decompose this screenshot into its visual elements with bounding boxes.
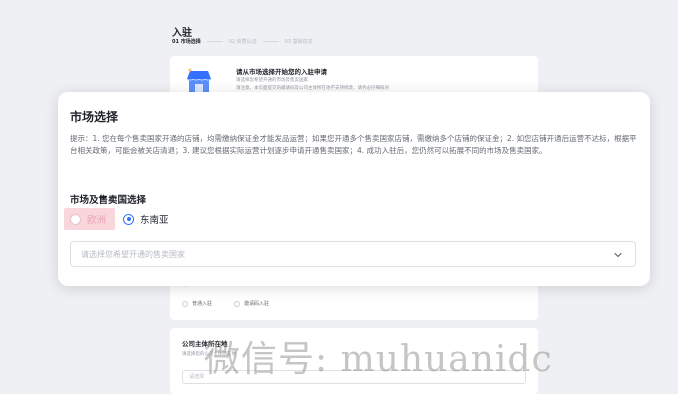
intro-title: 请从市场选择开始您的入驻申请: [236, 68, 327, 76]
step-basic-info: 03 基础信息: [284, 39, 313, 45]
radio-label: 邀请码入驻: [244, 301, 270, 307]
dialog-title: 市场选择: [70, 110, 119, 124]
radio-circle: [182, 300, 188, 307]
market-label-southeast-asia: 东南亚: [140, 215, 169, 226]
radio-label: 普通入驻: [192, 301, 213, 307]
watermark: 微信号: muhuanidc: [204, 339, 553, 380]
market-radio-europe[interactable]: 欧洲: [64, 208, 116, 230]
radio-circle-selected: [123, 213, 135, 225]
step-indicator: 01 市场选择 02 资质认证 03 基础信息: [172, 38, 313, 45]
page-title: 入驻: [172, 28, 192, 39]
radio-normal-entry[interactable]: 普通入驻: [182, 300, 212, 307]
step-qualification: 02 资质认证: [228, 39, 257, 45]
market-radio-group: 欧洲 东南亚: [64, 208, 169, 230]
market-radio-southeast-asia[interactable]: 东南亚: [123, 208, 169, 230]
market-section-label: 市场及售卖国选择: [70, 195, 147, 206]
intro-subtitle: 请选择您希望开通的市场及售卖国家: [236, 78, 308, 83]
country-select-placeholder: 请选择您希望开通的售卖国家: [81, 250, 185, 259]
step-divider: [206, 41, 223, 42]
market-label-europe: 欧洲: [87, 215, 107, 226]
country-select[interactable]: 请选择您希望开通的售卖国家: [70, 241, 636, 267]
market-selection-dialog: 市场选择 提示：1. 您在每个售卖国家开通的店铺，均需缴纳保证金才能发品运营；如…: [58, 92, 650, 286]
intro-note: 请注意，本页面提交的邀请码及公司主体所在地不支持修改，请务必仔细核对: [236, 86, 389, 91]
step-divider: [262, 41, 279, 42]
radio-invite-entry[interactable]: 邀请码入驻: [234, 300, 269, 307]
chevron-down-icon: [614, 252, 622, 258]
step-market: 01 市场选择: [172, 39, 201, 45]
radio-circle: [234, 300, 240, 307]
dialog-tip: 提示：1. 您在每个售卖国家开通的店铺，均需缴纳保证金才能发品运营；如果您开通多…: [70, 134, 637, 155]
radio-circle: [70, 213, 81, 225]
